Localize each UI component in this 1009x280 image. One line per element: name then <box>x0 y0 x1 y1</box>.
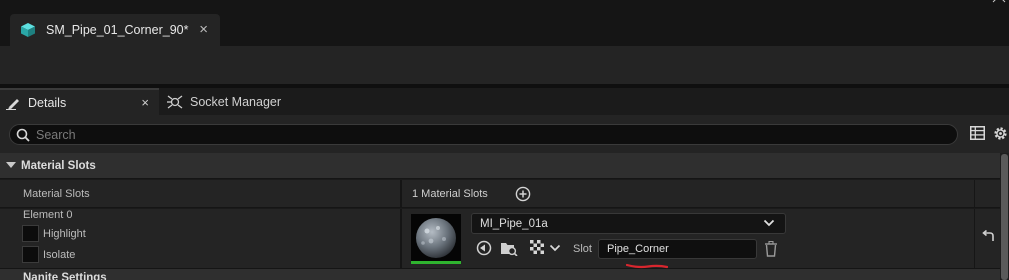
search-box <box>9 124 958 145</box>
close-tab-icon[interactable]: × <box>199 22 208 37</box>
highlight-checkbox[interactable] <box>22 225 39 242</box>
scrollbar-thumb[interactable] <box>1001 154 1008 280</box>
chevron-down-icon[interactable] <box>549 243 561 253</box>
title-bar: SM_Pipe_01_Corner_90* × <box>0 0 1009 46</box>
search-icon <box>16 128 30 142</box>
close-details-icon[interactable]: × <box>141 95 149 110</box>
isolate-checkbox[interactable] <box>22 246 39 263</box>
use-selected-asset-icon[interactable] <box>476 240 492 256</box>
tab-socket-manager-label: Socket Manager <box>190 94 282 109</box>
restore-icon[interactable] <box>948 0 962 8</box>
socket-icon <box>167 94 183 109</box>
column-splitter[interactable] <box>400 209 402 268</box>
trash-icon[interactable] <box>764 241 778 257</box>
search-input[interactable] <box>36 127 916 142</box>
details-search-row <box>0 115 1009 153</box>
browse-asset-icon[interactable] <box>500 240 518 256</box>
material-name: MI_Pipe_01a <box>480 217 548 230</box>
gear-icon[interactable] <box>992 125 1009 142</box>
property-label: Material Slots <box>23 188 90 200</box>
panel-tab-bar: Details × Socket Manager <box>0 88 1009 115</box>
tab-socket-manager[interactable]: Socket Manager <box>166 88 281 115</box>
material-type-bar <box>411 261 461 264</box>
section-title: Nanite Settings <box>23 272 107 280</box>
material-slots-section-header[interactable]: Material Slots <box>0 153 1000 178</box>
column-splitter[interactable] <box>400 180 402 207</box>
slot-name-field[interactable] <box>598 239 757 259</box>
chevron-down-icon <box>763 219 775 227</box>
add-slot-icon[interactable] <box>515 186 531 202</box>
asset-tab-title: SM_Pipe_01_Corner_90* <box>46 23 189 37</box>
reset-to-default-icon[interactable] <box>981 230 995 242</box>
material-thumbnail[interactable] <box>411 214 461 264</box>
material-picker[interactable]: MI_Pipe_01a <box>471 213 786 234</box>
reset-column <box>974 209 975 268</box>
nanite-settings-section-header[interactable]: Nanite Settings <box>0 269 1000 280</box>
material-sphere-icon <box>416 218 456 258</box>
static-mesh-icon <box>21 23 35 37</box>
isolate-label: Isolate <box>43 248 76 261</box>
isolate-option: Isolate <box>22 246 75 263</box>
tab-details-label: Details <box>28 95 67 110</box>
slot-label: Slot <box>573 243 592 255</box>
section-title: Material Slots <box>21 159 96 172</box>
checker-texture-icon[interactable] <box>530 240 544 254</box>
collapse-arrow-icon <box>6 162 16 168</box>
minimize-icon[interactable] <box>896 0 910 8</box>
pencil-icon <box>6 98 19 110</box>
asset-editor-tab[interactable]: SM_Pipe_01_Corner_90* × <box>10 14 220 46</box>
material-slots-row: Material Slots 1 Material Slots <box>0 179 1000 207</box>
editor-toolbar-area <box>0 46 1009 86</box>
highlight-label: Highlight <box>43 227 86 240</box>
element-label: Element 0 <box>23 209 73 221</box>
tab-details[interactable]: Details × <box>0 88 159 115</box>
close-window-icon[interactable] <box>992 0 1006 8</box>
element-0-row: Element 0 Highlight Isolate MI_Pipe_01a … <box>0 208 1000 268</box>
reset-column <box>974 180 975 207</box>
material-slot-count: 1 Material Slots <box>412 188 488 200</box>
table-view-icon[interactable] <box>970 126 985 140</box>
highlight-option: Highlight <box>22 225 86 242</box>
